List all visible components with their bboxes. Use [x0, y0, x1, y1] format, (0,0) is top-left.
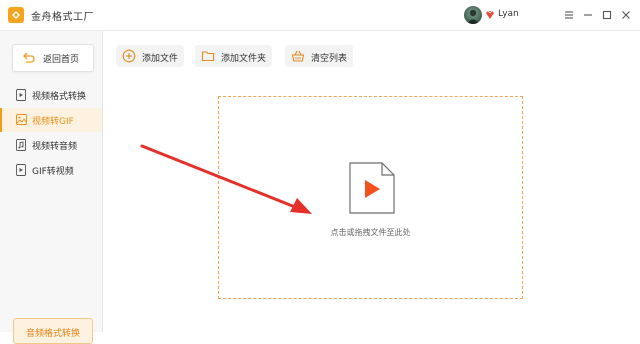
- sidebar-item-gif-to-video[interactable]: GIF转视频: [0, 158, 102, 182]
- add-folder-button[interactable]: 添加文件夹: [195, 45, 272, 67]
- video-file-icon: [16, 164, 26, 179]
- gif-image-icon: [16, 114, 27, 128]
- basket-icon: [291, 49, 305, 66]
- add-file-button[interactable]: 添加文件: [116, 45, 184, 67]
- sidebar-item-label: 视频格式转换: [32, 92, 87, 102]
- clear-list-label: 清空列表: [311, 54, 348, 64]
- add-file-label: 添加文件: [142, 54, 179, 64]
- sidebar: 返回首页 视频格式转换 视频转GIF 视频转音频 GIF转视频 音频格式转换: [0, 31, 103, 344]
- back-arrow-icon: [23, 52, 35, 66]
- avatar[interactable]: [464, 6, 482, 24]
- audio-format-convert-label: 音频格式转换: [26, 329, 81, 339]
- sidebar-item-label: 视频转GIF: [32, 117, 74, 127]
- app-title: 金舟格式工厂: [31, 12, 94, 23]
- sidebar-item-label: GIF转视频: [32, 167, 74, 177]
- back-home-button[interactable]: 返回首页: [12, 44, 94, 72]
- sidebar-item-video-to-gif[interactable]: 视频转GIF: [0, 108, 102, 132]
- add-folder-label: 添加文件夹: [221, 54, 267, 64]
- drop-hint-text: 点击或拖拽文件至此处: [330, 228, 411, 237]
- audio-format-convert-button[interactable]: 音频格式转换: [13, 318, 93, 344]
- folder-icon: [201, 49, 215, 66]
- sidebar-item-video-to-audio[interactable]: 视频转音频: [0, 133, 102, 157]
- username: Lyan: [498, 9, 519, 19]
- close-icon[interactable]: [619, 8, 633, 22]
- maximize-icon[interactable]: [600, 8, 614, 22]
- sidebar-item-video-format-convert[interactable]: 视频格式转换: [0, 83, 102, 107]
- back-home-label: 返回首页: [43, 55, 80, 65]
- title-bar: 金舟格式工厂 Lyan: [0, 0, 640, 31]
- plus-circle-icon: [122, 49, 136, 66]
- sidebar-item-label: 视频转音频: [32, 142, 78, 152]
- app-logo-icon: [8, 7, 24, 23]
- clear-list-button[interactable]: 清空列表: [285, 45, 353, 67]
- video-file-icon: [16, 89, 26, 104]
- minimize-icon[interactable]: [581, 8, 595, 22]
- menu-icon[interactable]: [562, 8, 576, 22]
- audio-file-icon: [16, 139, 26, 154]
- play-file-icon: [349, 162, 395, 217]
- file-drop-zone[interactable]: 点击或拖拽文件至此处: [218, 96, 523, 299]
- vip-badge-icon: [485, 10, 495, 23]
